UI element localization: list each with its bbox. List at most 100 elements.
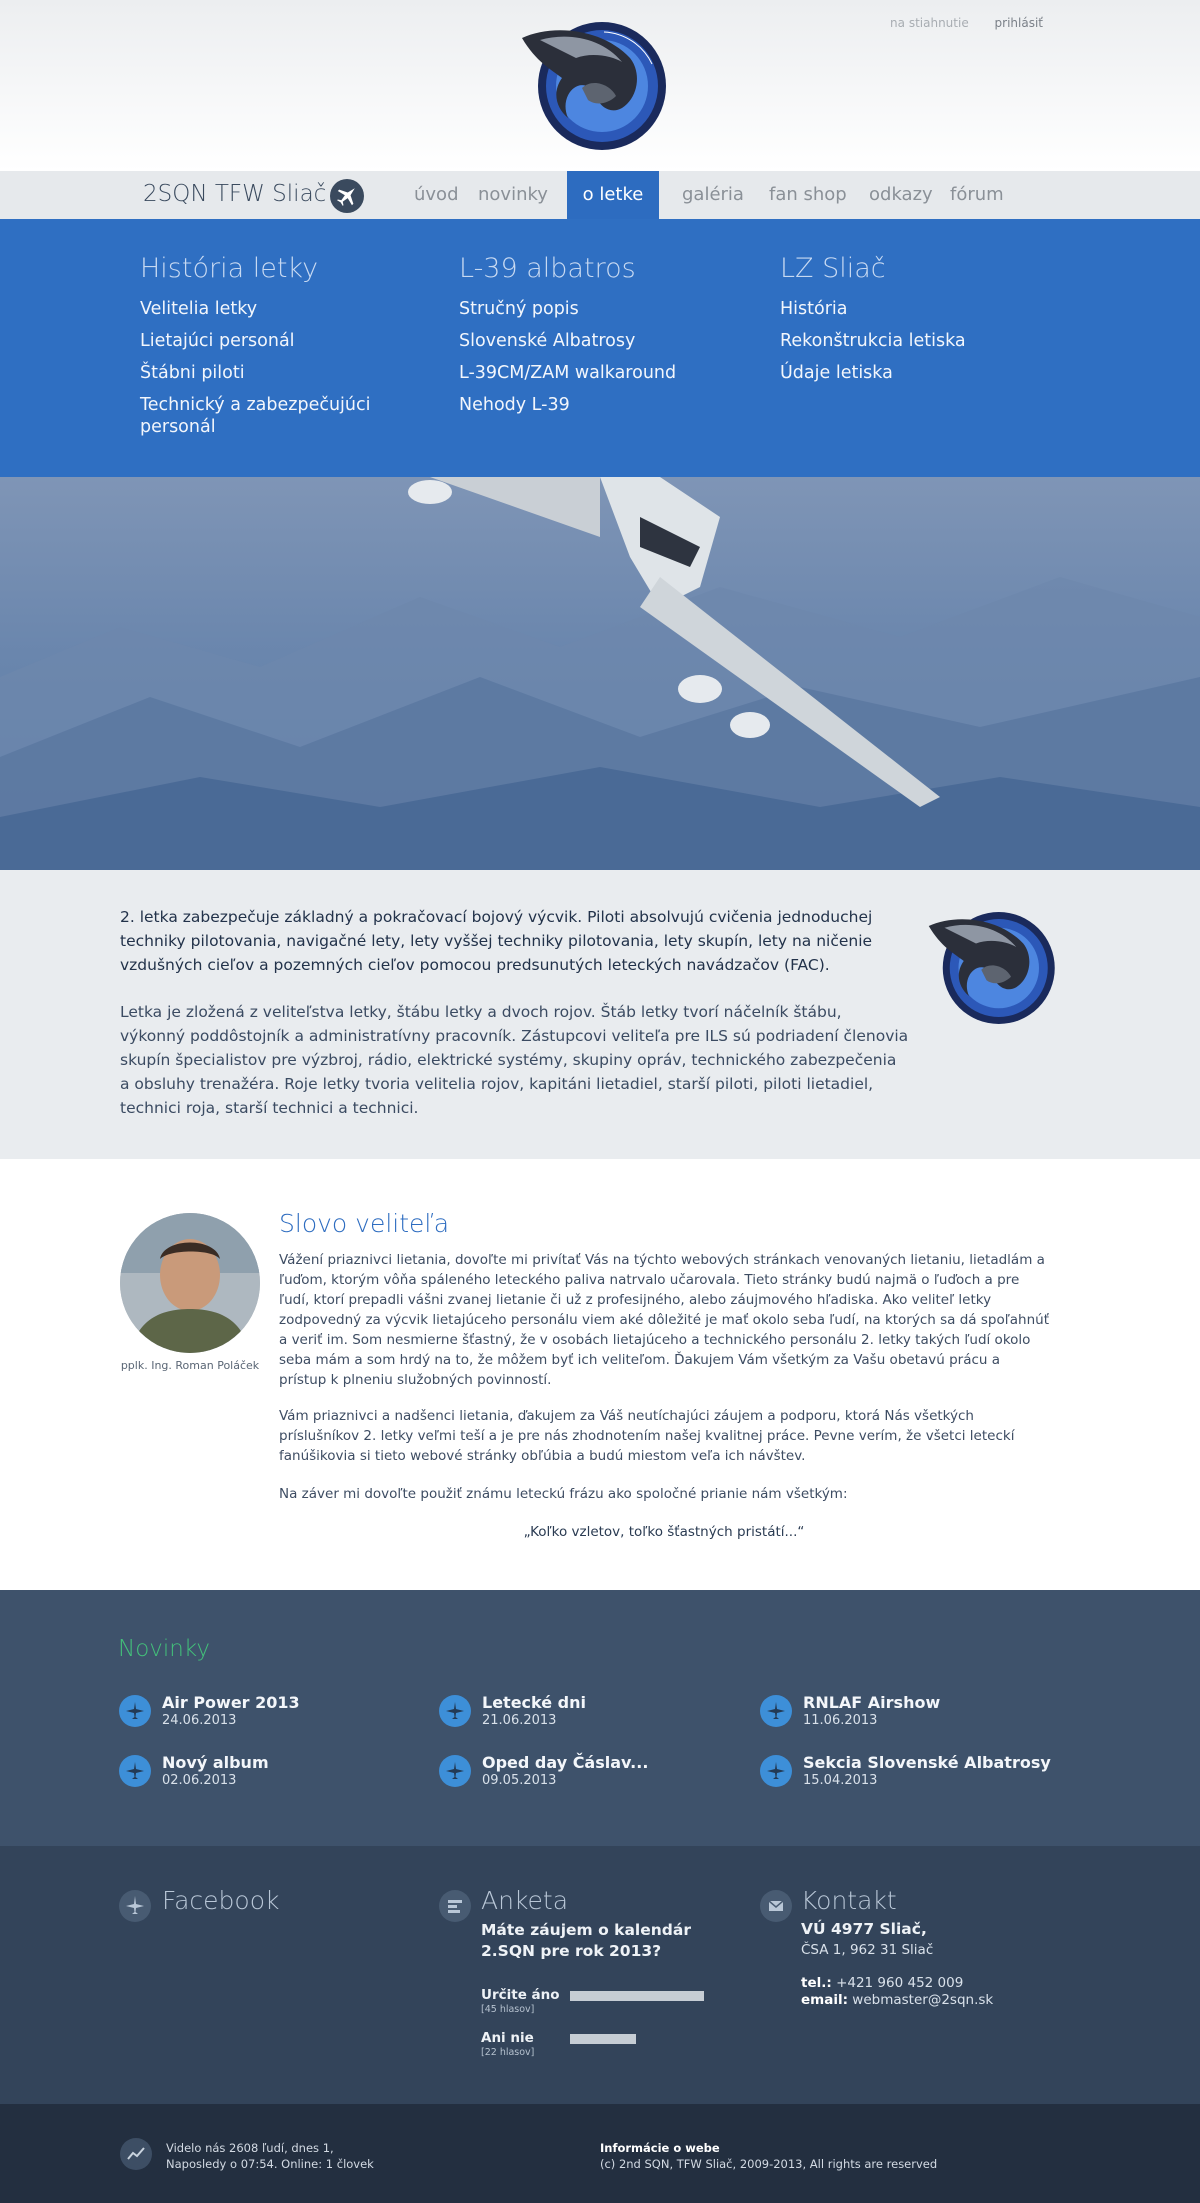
news-title: Novinky <box>118 1636 210 1662</box>
poll-bars-icon <box>439 1890 471 1922</box>
news-item-date: 24.06.2013 <box>162 1713 237 1728</box>
envelope-icon <box>760 1890 792 1922</box>
news-item-title[interactable]: Oped day Čáslav... <box>482 1753 648 1772</box>
contact-phone-label: tel.: <box>801 1975 832 1991</box>
poll-option-votes: [22 hlasov] <box>481 2047 535 2058</box>
airplane-icon <box>330 179 364 213</box>
news-item[interactable]: RNLAF Airshow 11.06.2013 <box>760 1693 1060 1743</box>
poll-option-votes: [45 hlasov] <box>481 2004 535 2015</box>
news-item[interactable]: Nový album 02.06.2013 <box>119 1753 419 1803</box>
menu-column-title[interactable]: LZ Sliač <box>780 253 1040 284</box>
menu-column-history: História letky Velitelia letky Lietajúci… <box>140 253 400 448</box>
facebook-title: Facebook <box>162 1886 280 1915</box>
visit-stats-line: Naposledy o 07:54. Online: 1 človek <box>166 2157 374 2171</box>
news-item[interactable]: Air Power 2013 24.06.2013 <box>119 1693 419 1743</box>
commander-title: Slovo veliteľa <box>279 1209 450 1238</box>
poll-title: Anketa <box>481 1886 569 1915</box>
commander-avatar <box>120 1213 260 1353</box>
nav-item-o-letke[interactable]: o letke <box>567 171 659 219</box>
commander-section: pplk. Ing. Roman Poláček Slovo veliteľa … <box>0 1159 1200 1590</box>
menu-column-title[interactable]: L-39 albatros <box>459 253 719 284</box>
news-item-title[interactable]: Letecké dni <box>482 1693 586 1712</box>
menu-link[interactable]: Velitelia letky <box>140 298 400 320</box>
menu-column-airbase: LZ Sliač História Rekonštrukcia letiska … <box>780 253 1040 394</box>
main-nav: 2SQN TFW Sliač úvod novinky o letke galé… <box>0 171 1200 219</box>
site-info-title[interactable]: Informácie o webe <box>600 2140 937 2156</box>
airplane-icon <box>439 1755 471 1787</box>
hero-jet-image <box>0 477 1200 870</box>
menu-link[interactable]: Stručný popis <box>459 298 719 320</box>
hero-illustration <box>0 477 1200 870</box>
menu-link[interactable]: Údaje letiska <box>780 362 1040 384</box>
copyright: (c) 2nd SQN, TFW Sliač, 2009-2013, All r… <box>600 2157 938 2171</box>
news-item-title[interactable]: Air Power 2013 <box>162 1693 300 1712</box>
news-section: Novinky Air Power 2013 24.06.2013 Leteck… <box>0 1590 1200 1846</box>
airplane-icon <box>760 1755 792 1787</box>
contact-email-label: email: <box>801 1992 848 2008</box>
contact-phone-value: +421 960 452 009 <box>836 1975 964 1991</box>
news-item[interactable]: Oped day Čáslav... 09.05.2013 <box>439 1753 739 1803</box>
news-item-title[interactable]: Sekcia Slovenské Albatrosy <box>803 1753 1051 1772</box>
nav-item-odkazy[interactable]: odkazy <box>869 171 933 219</box>
poll-question: Máte záujem o kalendár 2.SQN pre rok 201… <box>481 1921 691 1960</box>
menu-link[interactable]: História <box>780 298 1040 320</box>
poll-option-label[interactable]: Určite áno <box>481 1987 560 2003</box>
login-link[interactable]: prihlásiť <box>995 16 1043 30</box>
menu-column-aircraft: L-39 albatros Stručný popis Slovenské Al… <box>459 253 719 426</box>
about-dropdown-menu: História letky Velitelia letky Lietajúci… <box>0 219 1200 477</box>
news-item-date: 15.04.2013 <box>803 1773 878 1788</box>
commander-name: pplk. Ing. Roman Poláček <box>120 1359 260 1372</box>
site-header: na stiahnutie prihlásiť <box>0 0 1200 171</box>
nav-item-fan-shop[interactable]: fan shop <box>769 171 847 219</box>
intro-paragraph-1: 2. letka zabezpečuje základný a pokračov… <box>120 908 873 974</box>
contact-org: VÚ 4977 Sliač, <box>801 1920 927 1938</box>
commander-paragraph-1: Vážení priaznivci lietania, dovoľte mi p… <box>279 1252 1050 1388</box>
airplane-icon <box>119 1755 151 1787</box>
poll-option-label[interactable]: Ani nie <box>481 2030 534 2046</box>
menu-link[interactable]: Nehody L-39 <box>459 394 719 416</box>
download-link[interactable]: na stiahnutie <box>890 16 969 30</box>
stats-chart-icon <box>120 2138 152 2170</box>
news-item-date: 09.05.2013 <box>482 1773 557 1788</box>
squadron-intro: 2. letka zabezpečuje základný a pokračov… <box>0 870 1200 1159</box>
menu-column-title[interactable]: História letky <box>140 253 400 284</box>
commander-paragraph-3: Na záver mi dovoľte použiť známu leteckú… <box>279 1486 848 1502</box>
visit-stats: Videlo nás 2608 ľudí, dnes 1, Naposledy … <box>166 2140 374 2172</box>
airplane-icon <box>119 1890 151 1922</box>
menu-link[interactable]: Štábni piloti <box>140 362 400 384</box>
news-item-date: 21.06.2013 <box>482 1713 557 1728</box>
site-footer: Videlo nás 2608 ľudí, dnes 1, Naposledy … <box>0 2104 1200 2203</box>
contact-email-link[interactable]: webmaster@2sqn.sk <box>852 1992 993 2008</box>
news-item-title[interactable]: RNLAF Airshow <box>803 1693 940 1712</box>
contact-address: ČSA 1, 962 31 Sliač <box>801 1942 934 1958</box>
news-item[interactable]: Sekcia Slovenské Albatrosy 15.04.2013 <box>760 1753 1060 1803</box>
contact-title: Kontakt <box>801 1886 897 1915</box>
nav-item-galeria[interactable]: galéria <box>682 171 744 219</box>
top-links: na stiahnutie prihlásiť <box>868 16 1043 30</box>
visit-stats-line: Videlo nás 2608 ľudí, dnes 1, <box>166 2141 334 2155</box>
menu-link[interactable]: L-39CM/ZAM walkaround <box>459 362 719 384</box>
commander-quote: „Koľko vzletov, toľko šťastných pristátí… <box>523 1524 805 1540</box>
nav-item-novinky[interactable]: novinky <box>478 171 548 219</box>
poll-option-bar <box>570 1991 704 2001</box>
site-info: Informácie o webe (c) 2nd SQN, TFW Sliač… <box>600 2140 937 2172</box>
poll-option-bar <box>570 2034 636 2044</box>
airplane-icon <box>439 1695 471 1727</box>
news-item[interactable]: Letecké dni 21.06.2013 <box>439 1693 739 1743</box>
menu-link[interactable]: Slovenské Albatrosy <box>459 330 719 352</box>
info-section: Facebook Anketa Máte záujem o kalendár 2… <box>0 1846 1200 2104</box>
menu-link[interactable]: Lietajúci personál <box>140 330 400 352</box>
airplane-icon <box>760 1695 792 1727</box>
news-item-date: 11.06.2013 <box>803 1713 878 1728</box>
menu-link[interactable]: Rekonštrukcia letiska <box>780 330 1040 352</box>
nav-item-uvod[interactable]: úvod <box>414 171 459 219</box>
contact-phone: tel.: +421 960 452 009 <box>801 1975 963 1991</box>
menu-link[interactable]: Technický a zabezpečujúci personál <box>140 394 400 438</box>
intro-paragraph-2: Letka je zložená z veliteľstva letky, št… <box>120 1003 909 1117</box>
news-item-title[interactable]: Nový album <box>162 1753 269 1772</box>
squadron-badge-logo[interactable] <box>512 18 672 154</box>
contact-email: email: webmaster@2sqn.sk <box>801 1992 993 2008</box>
nav-item-forum[interactable]: fórum <box>950 171 1004 219</box>
commander-paragraph-2: Vám priaznivci a nadšenci lietania, ďaku… <box>279 1408 1015 1464</box>
brand-title[interactable]: 2SQN TFW Sliač <box>143 181 326 207</box>
